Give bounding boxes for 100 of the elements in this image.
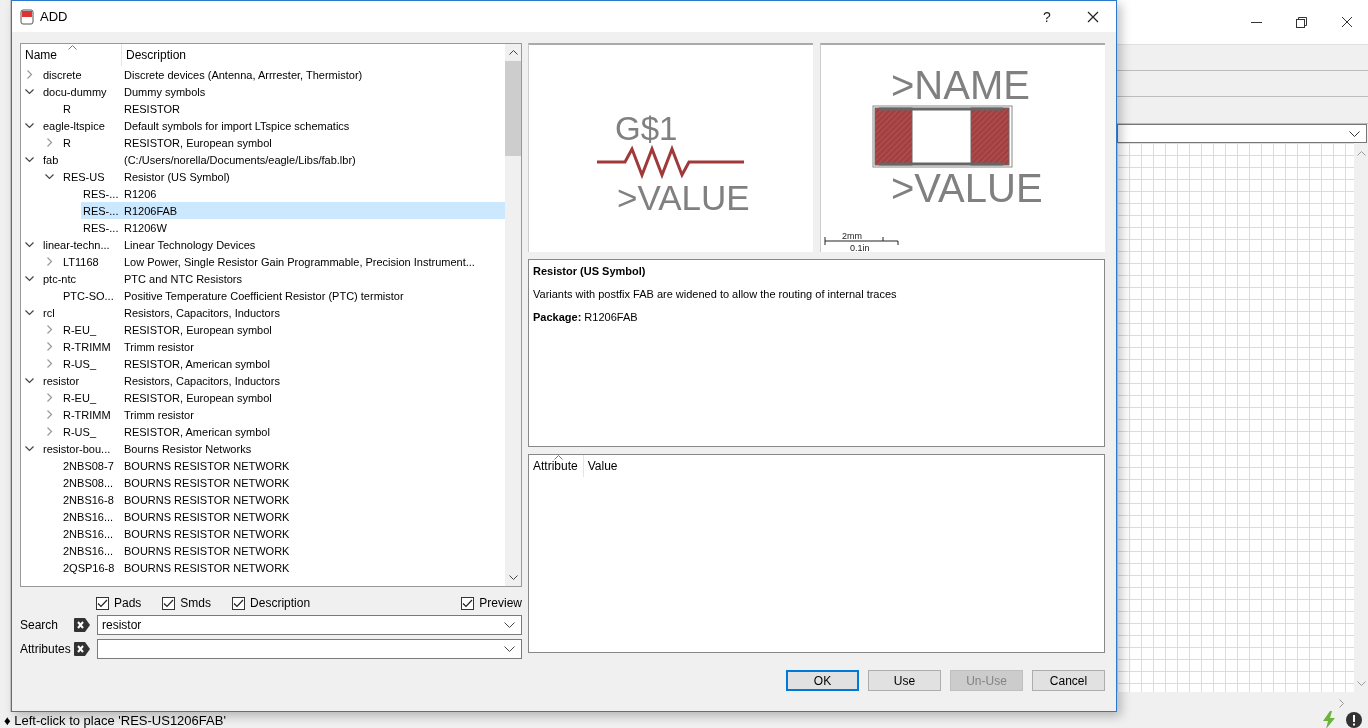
item-description: Trimm resistor	[123, 340, 194, 353]
item-description: Resistor (US Symbol)	[123, 170, 230, 183]
item-name: LT1168	[63, 255, 99, 268]
item-name: R-EU_	[63, 323, 96, 336]
item-name: 2NBS16...	[63, 527, 114, 540]
item-description: Low Power, Single Resistor Gain Programmable, Precision Instrument...	[123, 255, 475, 268]
item-name: 2NBS08-7	[63, 459, 114, 472]
sort-icon	[554, 455, 563, 460]
tree-row[interactable]: RES-... R1206FAB	[81, 202, 505, 219]
dialog-button[interactable]: Use	[868, 670, 941, 691]
item-name: 2QSP16-8	[63, 561, 115, 574]
item-name: eagle-ltspice	[43, 119, 105, 132]
checkbox[interactable]	[461, 596, 475, 610]
tree-row[interactable]: rcl Resistors, Capacitors, Inductors	[21, 304, 505, 321]
tree-row[interactable]: R RESISTOR	[21, 100, 505, 117]
sort-icon	[68, 45, 77, 50]
tree-row[interactable]: 2NBS16... BOURNS RESISTOR NETWORK	[21, 508, 505, 525]
item-name: 2NBS16-8	[63, 493, 114, 506]
item-name: RES-...	[83, 221, 119, 234]
item-description: R1206FAB	[123, 204, 178, 217]
close-icon[interactable]	[1341, 16, 1353, 28]
item-description: Bourns Resistor Networks	[123, 442, 252, 455]
checkbox[interactable]	[232, 596, 246, 610]
tree-row[interactable]: 2NBS16... BOURNS RESISTOR NETWORK	[21, 542, 505, 559]
scrollbar[interactable]	[505, 44, 521, 586]
tree-row[interactable]: discrete Discrete devices (Antenna, Arrrester, Thermistor)	[21, 66, 505, 83]
tree-row[interactable]: R RESISTOR, European symbol	[21, 134, 505, 151]
checkbox-label: Preview	[479, 596, 522, 610]
clear-icon[interactable]	[74, 618, 90, 632]
column-header[interactable]: Name	[21, 44, 122, 66]
tree-row[interactable]: R-EU_ RESISTOR, European symbol	[21, 389, 505, 406]
item-description: Dummy symbols	[123, 85, 206, 98]
item-description: RESISTOR, American symbol	[123, 357, 270, 370]
tree-row[interactable]: R-TRIMM Trimm resistor	[21, 406, 505, 423]
tree-row[interactable]: linear-techn... Linear Technology Devices	[21, 236, 505, 253]
dropdown-field[interactable]	[1117, 124, 1367, 143]
tree-row[interactable]: docu-dummy Dummy symbols	[21, 83, 505, 100]
tree-row[interactable]: resistor-bou... Bourns Resistor Networks	[21, 440, 505, 457]
checkbox-label: Description	[250, 596, 311, 610]
app-icon	[20, 8, 34, 25]
tree-row[interactable]: eagle-ltspice Default symbols for import LTspice schematics	[21, 117, 505, 134]
item-name: linear-techn...	[43, 238, 110, 251]
checkbox[interactable]	[162, 596, 176, 610]
package-info: Package: R1206FAB	[533, 311, 639, 323]
item-description: Discrete devices (Antenna, Arrrester, Thermistor)	[123, 68, 363, 81]
tree-row[interactable]: R-EU_ RESISTOR, European symbol	[21, 321, 505, 338]
tree-row[interactable]: LT1168 Low Power, Single Resistor Gain Programmable, Precision Instrument...	[21, 253, 505, 270]
warning-icon[interactable]	[1346, 712, 1362, 728]
item-description: RESISTOR, European symbol	[123, 323, 272, 336]
item-description: RESISTOR, American symbol	[123, 425, 270, 438]
item-description: BOURNS RESISTOR NETWORK	[123, 510, 290, 523]
tree-row[interactable]: 2NBS16... BOURNS RESISTOR NETWORK	[21, 525, 505, 542]
checkbox-label: Pads	[114, 596, 142, 610]
tree-row[interactable]: fab (C:/Users/norella/Documents/eagle/Libs/fab.lbr)	[21, 151, 505, 168]
attributes-field[interactable]	[97, 639, 522, 659]
checkbox[interactable]	[96, 596, 109, 610]
tree-row[interactable]: ptc-ntc PTC and NTC Resistors	[21, 270, 505, 287]
scroll-down-icon[interactable]	[508, 575, 518, 580]
item-description: RESISTOR, European symbol	[123, 391, 272, 404]
item-description: BOURNS RESISTOR NETWORK	[123, 459, 290, 472]
column-header[interactable]: Value	[583, 455, 623, 477]
symbol-name: G$1	[615, 110, 678, 147]
item-description: RESISTOR	[123, 102, 181, 115]
column-header[interactable]: Description	[122, 44, 187, 66]
tree-row[interactable]: RES-... R1206	[21, 185, 505, 202]
scroll-up-icon[interactable]	[508, 50, 518, 55]
tree-row[interactable]: 2NBS16-8 BOURNS RESISTOR NETWORK	[21, 491, 505, 508]
tree-row[interactable]: 2NBS08... BOURNS RESISTOR NETWORK	[21, 474, 505, 491]
item-name: R-US_	[63, 357, 96, 370]
scroll-thumb[interactable]	[505, 61, 521, 156]
tree-row[interactable]: R-US_ RESISTOR, American symbol	[21, 355, 505, 372]
tree-row[interactable]: RES-... R1206W	[21, 219, 505, 236]
tree-row[interactable]: R-TRIMM Trimm resistor	[21, 338, 505, 355]
item-name: R-US_	[63, 425, 96, 438]
dialog-button[interactable]: OK	[786, 670, 859, 691]
tree-row[interactable]: RES-US Resistor (US Symbol)	[21, 168, 505, 185]
item-description: R1206	[123, 187, 157, 200]
tree-row[interactable]: 2QSP16-8 BOURNS RESISTOR NETWORK	[21, 559, 505, 576]
search-field[interactable]: resistor	[97, 615, 522, 635]
item-description: PTC and NTC Resistors	[123, 272, 242, 285]
restore-icon[interactable]	[1296, 16, 1307, 28]
help-button[interactable]: ?	[1024, 1, 1070, 32]
item-name: rcl	[43, 306, 55, 319]
item-name: R	[63, 136, 71, 149]
symbol-value: >VALUE	[617, 178, 750, 217]
dialog-button[interactable]: Cancel	[1032, 670, 1105, 691]
attributes-label: Attributes	[20, 642, 72, 656]
item-name: resistor-bou...	[43, 442, 111, 455]
item-name: resistor	[43, 374, 80, 387]
tree-row[interactable]: 2NBS08-7 BOURNS RESISTOR NETWORK	[21, 457, 505, 474]
details-text: Variants with postfix FAB are widened to allow the routing of internal traces	[533, 288, 898, 300]
clear-icon[interactable]	[74, 642, 90, 656]
close-icon[interactable]	[1087, 10, 1099, 23]
item-description: BOURNS RESISTOR NETWORK	[123, 493, 290, 506]
item-description: RESISTOR, European symbol	[123, 136, 272, 149]
item-name: R-EU_	[63, 391, 96, 404]
column-header[interactable]: Attribute	[529, 455, 584, 477]
tree-row[interactable]: resistor Resistors, Capacitors, Inductors	[21, 372, 505, 389]
tree-row[interactable]: R-US_ RESISTOR, American symbol	[21, 423, 505, 440]
tree-row[interactable]: PTC-SO... Positive Temperature Coefficient Resistor (PTC) termistor	[21, 287, 505, 304]
